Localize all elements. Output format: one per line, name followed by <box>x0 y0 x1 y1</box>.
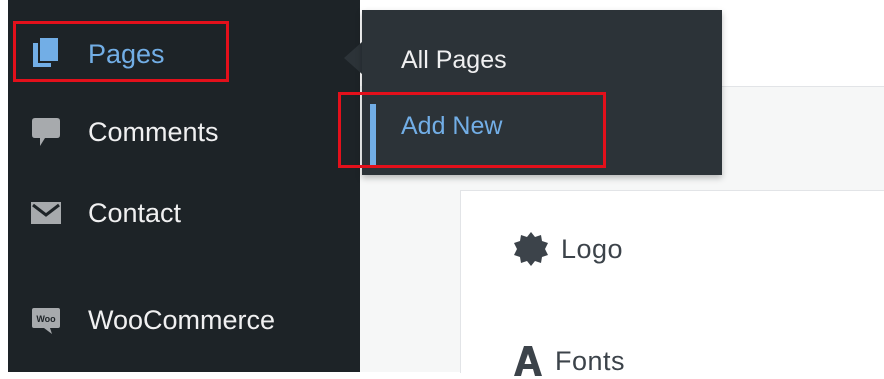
sidebar-item-contact[interactable]: Contact <box>8 183 360 243</box>
sidebar-item-woocommerce[interactable]: Woo WooCommerce <box>8 290 360 350</box>
font-icon <box>514 346 542 376</box>
badge-icon <box>514 232 548 266</box>
sidebar-item-pages[interactable]: Pages <box>8 24 360 84</box>
submenu-item-all-pages[interactable]: All Pages <box>362 32 722 88</box>
comment-icon <box>28 114 64 150</box>
customizer-panel: Logo Fonts <box>460 190 884 376</box>
current-item-marker <box>370 104 376 166</box>
envelope-icon <box>28 195 64 231</box>
sidebar-item-label: Comments <box>88 116 219 147</box>
panel-item-fonts[interactable]: Fonts <box>513 343 625 379</box>
panel-item-logo[interactable]: Logo <box>513 231 623 267</box>
flyout-pointer <box>344 42 362 74</box>
pages-icon <box>28 36 64 72</box>
sidebar-item-label: WooCommerce <box>88 304 276 335</box>
sidebar-item-label: Pages <box>88 38 165 69</box>
submenu-item-add-new[interactable]: Add New <box>362 98 722 166</box>
panel-item-label: Logo <box>561 233 624 264</box>
pages-submenu-flyout: All Pages Add New <box>362 10 722 175</box>
admin-sidebar: Pages Comments Contact Woo WooCommerce <box>8 0 360 372</box>
submenu-item-label: Add New <box>401 111 503 140</box>
svg-text:Woo: Woo <box>36 314 56 324</box>
woocommerce-icon: Woo <box>28 302 64 338</box>
sidebar-item-label: Contact <box>88 197 182 228</box>
submenu-item-label: All Pages <box>401 45 507 74</box>
sidebar-item-comments[interactable]: Comments <box>8 102 360 162</box>
